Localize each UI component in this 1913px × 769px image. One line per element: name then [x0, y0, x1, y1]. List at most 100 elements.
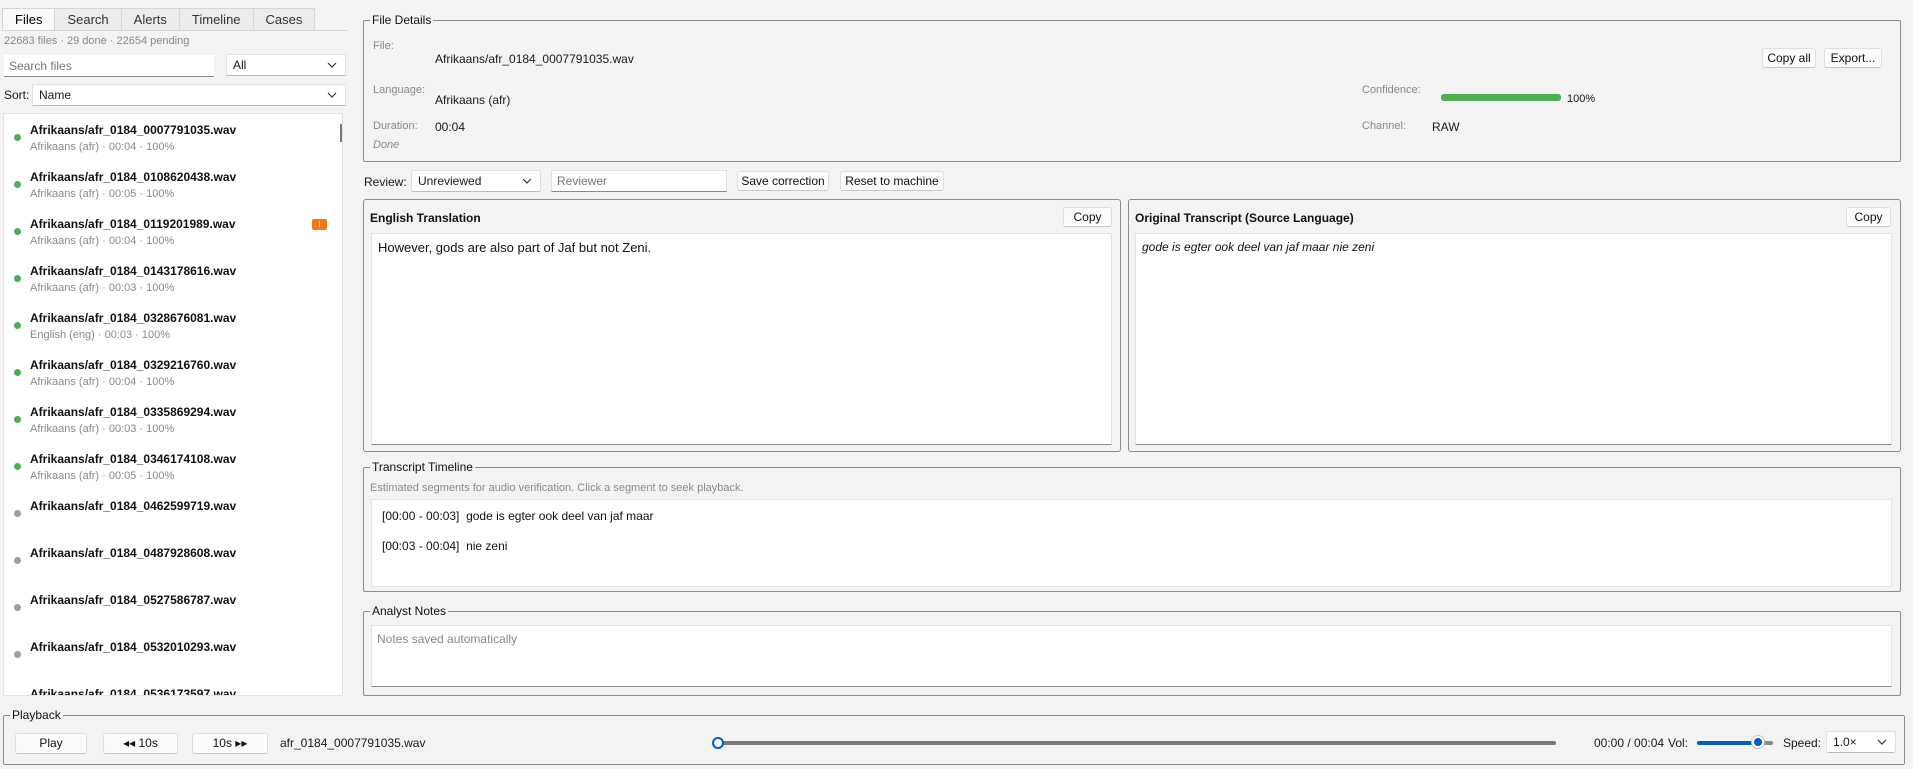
channel-value: RAW	[1432, 120, 1460, 134]
file-name: Afrikaans/afr_0184_0536173597.wav	[30, 687, 237, 696]
file-name: Afrikaans/afr_0184_0527586787.wav	[30, 593, 237, 607]
file-value: Afrikaans/afr_0184_0007791035.wav	[435, 52, 634, 66]
file-list-item[interactable]: Afrikaans/afr_0184_0346174108.wav Afrikaa…	[4, 443, 334, 490]
file-list-item[interactable]: Afrikaans/afr_0184_0328676081.wav English…	[4, 302, 334, 349]
file-list-item[interactable]: Afrikaans/afr_0184_0143178616.wav Afrikaa…	[4, 255, 334, 302]
file-list-item[interactable]: Afrikaans/afr_0184_0329216760.wav Afrikaa…	[4, 349, 334, 396]
tab-alerts[interactable]: Alerts	[120, 8, 180, 31]
file-label: File:	[373, 40, 394, 52]
duration-label: Duration:	[373, 120, 418, 132]
segment-text: nie zeni	[466, 539, 508, 553]
reviewer-input[interactable]	[551, 170, 727, 192]
file-list[interactable]: Afrikaans/afr_0184_0007791035.wav Afrikaa…	[3, 113, 343, 696]
channel-label: Channel:	[1362, 120, 1407, 132]
status-dot-icon	[14, 651, 21, 658]
review-label: Review:	[364, 175, 407, 189]
file-meta: Afrikaans (afr) · 00:05 · 100%	[30, 470, 175, 482]
confidence-fill	[1441, 94, 1561, 101]
seek-slider[interactable]	[718, 741, 1556, 745]
play-button[interactable]: Play	[15, 733, 87, 754]
timeline-segments: [00:00 - 00:03] gode is egter ook deel v…	[371, 499, 1892, 587]
file-details-group: File Details	[363, 13, 1901, 162]
copy-translation-button[interactable]: Copy	[1063, 207, 1112, 227]
duration-value: 00:04	[435, 120, 466, 134]
speed-label: Speed:	[1783, 736, 1822, 750]
translation-title: English Translation	[370, 211, 481, 225]
file-list-item[interactable]: Afrikaans/afr_0184_0487928608.wav	[4, 537, 334, 584]
file-name: Afrikaans/afr_0184_0143178616.wav	[30, 264, 237, 278]
translation-text[interactable]: However, gods are also part of Jaf but n…	[371, 233, 1112, 445]
review-state-select[interactable]: Unreviewed	[411, 170, 541, 192]
timeline-hint: Estimated segments for audio verificatio…	[370, 482, 744, 494]
file-list-item[interactable]: Afrikaans/afr_0184_0532010293.wav	[4, 631, 334, 678]
copy-original-button[interactable]: Copy	[1846, 207, 1891, 227]
tab-search[interactable]: Search	[54, 8, 122, 31]
list-scrollbar[interactable]	[340, 124, 342, 142]
playback-time: 00:00 / 00:04	[1594, 736, 1665, 750]
filter-select[interactable]: All	[226, 54, 346, 76]
file-meta: Afrikaans (afr) · 00:03 · 100%	[30, 423, 175, 435]
volume-label: Vol:	[1668, 736, 1689, 750]
reset-to-machine-button[interactable]: Reset to machine	[840, 171, 944, 191]
timeline-segment[interactable]: [00:00 - 00:03] gode is egter ook deel v…	[382, 509, 654, 523]
sort-label: Sort:	[4, 88, 30, 102]
tab-files[interactable]: Files	[2, 8, 56, 31]
rewind-10s-button[interactable]: ◂◂ 10s	[103, 733, 178, 754]
chevron-down-icon	[522, 171, 532, 191]
file-meta: Afrikaans (afr) · 00:04 · 100%	[30, 235, 175, 247]
file-name: Afrikaans/afr_0184_0462599719.wav	[30, 499, 237, 513]
segment-range: [00:00 - 00:03]	[382, 509, 460, 523]
status-dot-icon	[14, 463, 21, 470]
left-tabs: Files Search Alerts Timeline Cases	[2, 8, 316, 31]
review-state-value: Unreviewed	[418, 174, 482, 188]
save-correction-button[interactable]: Save correction	[737, 171, 829, 191]
copy-all-button[interactable]: Copy all	[1762, 48, 1816, 68]
confidence-label: Confidence:	[1362, 84, 1421, 96]
seek-thumb[interactable]	[712, 737, 724, 749]
volume-thumb[interactable]	[1751, 736, 1764, 748]
file-list-item[interactable]: Afrikaans/afr_0184_0108620438.wav Afrikaa…	[4, 161, 334, 208]
file-meta: Afrikaans (afr) · 00:03 · 100%	[30, 282, 175, 294]
timeline-segment[interactable]: [00:03 - 00:04] nie zeni	[382, 539, 507, 553]
status-dot-icon	[14, 322, 21, 329]
file-list-item[interactable]: Afrikaans/afr_0184_0007791035.wav Afrikaa…	[4, 114, 334, 161]
forward-10s-button[interactable]: 10s ▸▸	[192, 733, 268, 754]
status-dot-icon	[14, 604, 21, 611]
file-meta: Afrikaans (afr) · 00:04 · 100%	[30, 376, 175, 388]
file-name: Afrikaans/afr_0184_0108620438.wav	[30, 170, 237, 184]
status-dot-icon	[14, 510, 21, 517]
status-dot-icon	[14, 275, 21, 282]
status-dot-icon	[14, 228, 21, 235]
chevron-down-icon	[327, 85, 337, 105]
file-details-title: File Details	[370, 13, 434, 27]
sort-value: Name	[39, 88, 72, 102]
export-button[interactable]: Export...	[1824, 48, 1882, 68]
status-dot-icon	[14, 557, 21, 564]
file-list-item[interactable]: Afrikaans/afr_0184_0119201989.wav Afrikaa…	[4, 208, 334, 255]
file-list-item[interactable]: Afrikaans/afr_0184_0527586787.wav	[4, 584, 334, 631]
language-value: Afrikaans (afr)	[435, 93, 511, 107]
file-name: Afrikaans/afr_0184_0329216760.wav	[30, 358, 237, 372]
tab-timeline[interactable]: Timeline	[178, 8, 254, 31]
notes-title: Analyst Notes	[370, 604, 449, 618]
volume-fill	[1697, 741, 1758, 745]
speed-select[interactable]: 1.0×	[1826, 731, 1896, 753]
file-list-item[interactable]: Afrikaans/afr_0184_0536173597.wav	[4, 678, 334, 696]
original-text[interactable]: gode is egter ook deel van jaf maar nie …	[1135, 233, 1892, 445]
original-title: Original Transcript (Source Language)	[1135, 211, 1354, 225]
segment-text: gode is egter ook deel van jaf maar	[466, 509, 654, 523]
file-list-item[interactable]: Afrikaans/afr_0184_0335869294.wav Afrikaa…	[4, 396, 334, 443]
playback-filename: afr_0184_0007791035.wav	[280, 736, 426, 750]
file-list-item[interactable]: Afrikaans/afr_0184_0462599719.wav	[4, 490, 334, 537]
status-dot-icon	[14, 369, 21, 376]
search-files-input[interactable]	[4, 55, 214, 77]
alert-badge: !	[312, 219, 327, 230]
chevron-down-icon	[1877, 732, 1887, 752]
status-dot-icon	[14, 134, 21, 141]
files-panel: Files Search Alerts Timeline Cases 22683…	[0, 0, 352, 700]
notes-input[interactable]: Notes saved automatically	[371, 625, 1892, 687]
sort-select[interactable]: Name	[32, 84, 346, 106]
tab-cases[interactable]: Cases	[252, 8, 316, 31]
file-meta: Afrikaans (afr) · 00:04 · 100%	[30, 141, 175, 153]
file-name: Afrikaans/afr_0184_0346174108.wav	[30, 452, 237, 466]
